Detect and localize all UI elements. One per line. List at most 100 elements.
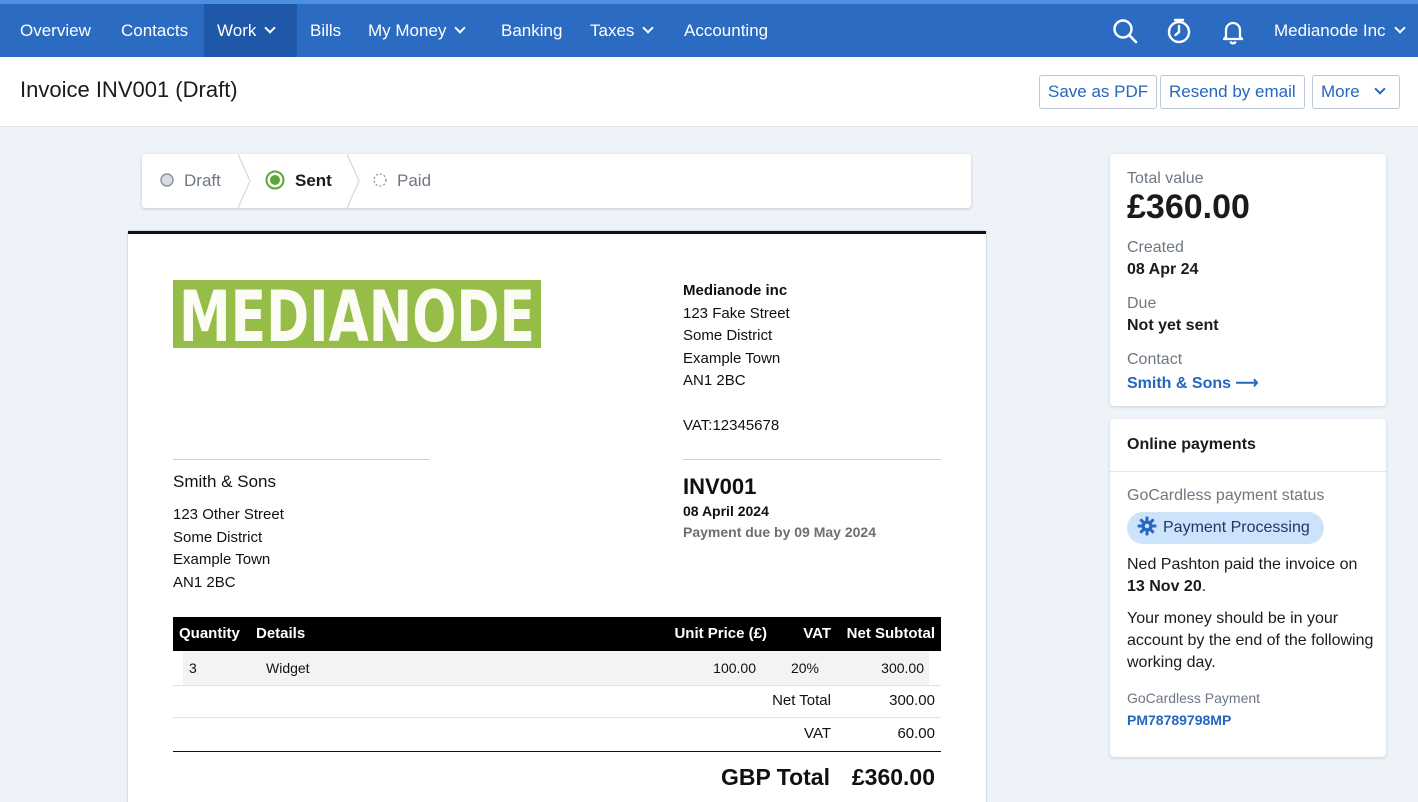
column-header: Net Subtotal: [846, 625, 935, 642]
chevron-down-icon: [642, 22, 655, 34]
nav-contacts[interactable]: Contacts: [121, 4, 188, 57]
due-label: Due: [1127, 295, 1157, 312]
sender-name: Medianode inc: [683, 282, 788, 299]
chevron-down-icon: [454, 22, 467, 34]
sender-vat: VAT:12345678: [683, 417, 780, 434]
grand-total-value: £360.00: [851, 764, 935, 790]
divider: [173, 717, 941, 718]
page-header: Invoice INV001 (Draft) Save as PDF Resen…: [0, 57, 1418, 127]
vat-total-label: VAT: [804, 725, 831, 742]
paid-text: Ned Pashton paid the invoice on: [1127, 556, 1358, 573]
step-draft: Draft: [160, 154, 221, 208]
payment-info-text: Your money should be in your account by …: [1127, 610, 1374, 671]
nav-banking-label: Banking: [501, 21, 563, 40]
net-total-value: 300.00: [889, 692, 935, 709]
nav-contacts-label: Contacts: [121, 21, 189, 40]
paid-date: 13 Nov 20: [1127, 578, 1202, 595]
recipient-line: 123 Other Street: [173, 506, 284, 523]
contact-link[interactable]: Smith & Sons ⟶: [1127, 373, 1258, 393]
due-value: Not yet sent: [1127, 317, 1219, 334]
contact-label: Contact: [1127, 351, 1183, 368]
step-pending-icon: [373, 172, 387, 187]
column-header: Details: [256, 625, 306, 642]
nav-my-money-label: My Money: [368, 21, 447, 40]
net-total-label: Net Total: [772, 692, 831, 709]
account-menu[interactable]: Medianode Inc: [1274, 4, 1406, 57]
nav-overview[interactable]: Overview: [20, 4, 91, 57]
top-navigation: Overview Contacts Work Bills My Money Ba…: [0, 0, 1418, 57]
created-value: 08 Apr 24: [1127, 261, 1199, 278]
cell-net-subtotal: 300.00: [881, 660, 924, 676]
nav-bills-label: Bills: [310, 21, 342, 40]
nav-my-money[interactable]: My Money: [368, 4, 467, 57]
nav-bills[interactable]: Bills: [310, 4, 341, 57]
table-header: Quantity Details Unit Price (£) VAT Net …: [173, 617, 941, 651]
status-stepper: Draft Sent Paid: [142, 154, 971, 208]
company-logo: MEDIANODE: [173, 280, 541, 348]
svg-text:MEDIANODE: MEDIANODE: [179, 280, 535, 348]
cell-details: Widget: [266, 660, 310, 676]
total-label: Total value: [1127, 170, 1204, 187]
resend-by-email-button[interactable]: Resend by email: [1160, 75, 1305, 109]
save-as-pdf-button[interactable]: Save as PDF: [1039, 75, 1158, 109]
status-badge-label: Payment Processing: [1163, 519, 1310, 536]
step-sent: Sent: [265, 154, 332, 208]
account-name: Medianode Inc: [1274, 21, 1386, 40]
save-as-pdf-label: Save as PDF: [1048, 82, 1149, 101]
vat-total-value: 60.00: [897, 725, 935, 742]
bell-icon[interactable]: [1219, 17, 1247, 45]
step-sent-label: Sent: [295, 171, 332, 190]
recipient-name: Smith & Sons: [173, 472, 276, 491]
nav-taxes[interactable]: Taxes: [590, 4, 655, 57]
invoice-document: MEDIANODE Medianode inc 123 Fake Street …: [128, 231, 986, 802]
grand-total-label: GBP Total: [720, 764, 830, 790]
nav-work-label: Work: [217, 21, 257, 40]
divider: [173, 751, 941, 752]
online-payments-title: Online payments: [1127, 436, 1256, 453]
status-badge: Payment Processing: [1127, 512, 1324, 544]
more-label: More: [1321, 82, 1360, 101]
step-current-icon: [265, 170, 285, 190]
column-header: VAT: [803, 625, 831, 642]
cell-unit-price: 100.00: [713, 660, 756, 676]
sender-line: AN1 2BC: [683, 372, 746, 389]
payment-paid-text: Ned Pashton paid the invoice on 13 Nov 2…: [1127, 554, 1377, 598]
step-done-icon: [160, 172, 174, 187]
payment-reference-label: GoCardless Payment: [1127, 690, 1261, 706]
invoice-date: 08 April 2024: [683, 503, 769, 519]
nav-accounting[interactable]: Accounting: [684, 4, 768, 57]
total-value: £360.00: [1127, 188, 1250, 226]
nav-overview-label: Overview: [20, 21, 91, 40]
chevron-down-icon: [1374, 83, 1386, 95]
nav-accounting-label: Accounting: [684, 21, 769, 40]
payment-reference-link[interactable]: PM78789798MP: [1127, 712, 1231, 728]
invoice-number: INV001: [683, 474, 757, 499]
invoice-due-date: Payment due by 09 May 2024: [683, 524, 876, 540]
sender-address: Medianode inc 123 Fake Street Some Distr…: [683, 280, 790, 438]
online-payments-card: Online payments GoCardless payment statu…: [1110, 419, 1386, 757]
invoice-summary-card: Total value £360.00 Created 08 Apr 24 Du…: [1110, 154, 1386, 406]
nav-banking[interactable]: Banking: [501, 4, 562, 57]
recipient-line: Example Town: [173, 551, 271, 568]
timer-icon[interactable]: [1165, 17, 1193, 45]
step-paid-label: Paid: [397, 171, 432, 190]
sender-line: 123 Fake Street: [683, 304, 790, 322]
cell-vat: 20%: [790, 660, 819, 676]
gear-icon: [1137, 516, 1157, 536]
divider: [173, 685, 941, 686]
sender-line: Some District: [683, 327, 773, 344]
more-button[interactable]: More: [1312, 75, 1400, 109]
nav-work[interactable]: Work: [204, 4, 297, 57]
divider: [173, 459, 430, 460]
sender-line: Example Town: [683, 349, 781, 367]
cell-quantity: 3: [189, 660, 197, 676]
step-paid: Paid: [373, 154, 431, 208]
chevron-down-icon: [1393, 22, 1406, 34]
recipient-line: AN1 2BC: [173, 573, 236, 591]
chevron-down-icon: [264, 22, 277, 34]
created-label: Created: [1127, 239, 1184, 256]
divider: [1110, 471, 1386, 472]
search-icon[interactable]: [1111, 17, 1139, 45]
recipient-line: Some District: [173, 528, 263, 546]
nav-taxes-label: Taxes: [590, 21, 635, 40]
